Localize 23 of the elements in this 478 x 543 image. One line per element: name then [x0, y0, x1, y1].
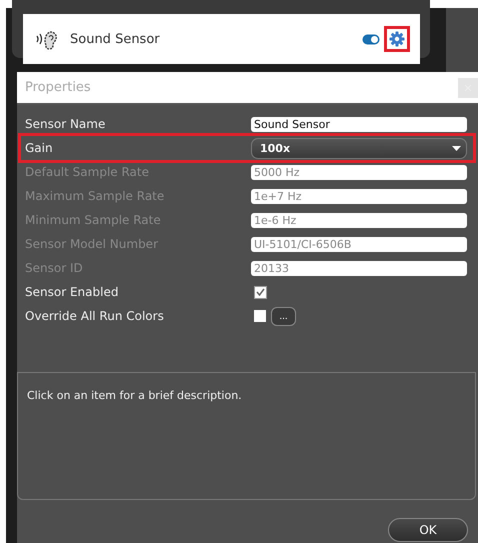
more-button[interactable]: ...	[271, 306, 296, 326]
toggle-switch[interactable]	[362, 34, 380, 44]
dialog-title: Properties	[25, 80, 91, 95]
property-label: Sensor Model Number	[25, 237, 159, 251]
dropdown[interactable]: 100x	[251, 138, 467, 158]
property-label: Gain	[25, 141, 54, 155]
settings-icon	[389, 31, 405, 47]
checkbox[interactable]	[254, 286, 267, 298]
property-label: Override All Run Colors	[25, 309, 165, 323]
description-text: Click on an item for a brief description.	[27, 389, 242, 402]
property-label: Sensor Enabled	[25, 285, 120, 299]
property-label: Maximum Sample Rate	[25, 189, 166, 203]
caret-icon	[452, 146, 461, 150]
property-label: Sensor ID	[25, 261, 84, 275]
sensor-name: Sound Sensor	[70, 32, 160, 46]
text-field[interactable]: Sound Sensor	[251, 116, 467, 132]
side-panel	[446, 8, 478, 72]
property-label: Sensor Name	[25, 117, 106, 131]
property-label: Default Sample Rate	[25, 165, 150, 179]
color-swatch[interactable]	[254, 310, 266, 322]
settings-button[interactable]	[384, 26, 410, 52]
property-label: Minimum Sample Rate	[25, 213, 162, 227]
ok-button[interactable]: OK	[388, 518, 468, 542]
